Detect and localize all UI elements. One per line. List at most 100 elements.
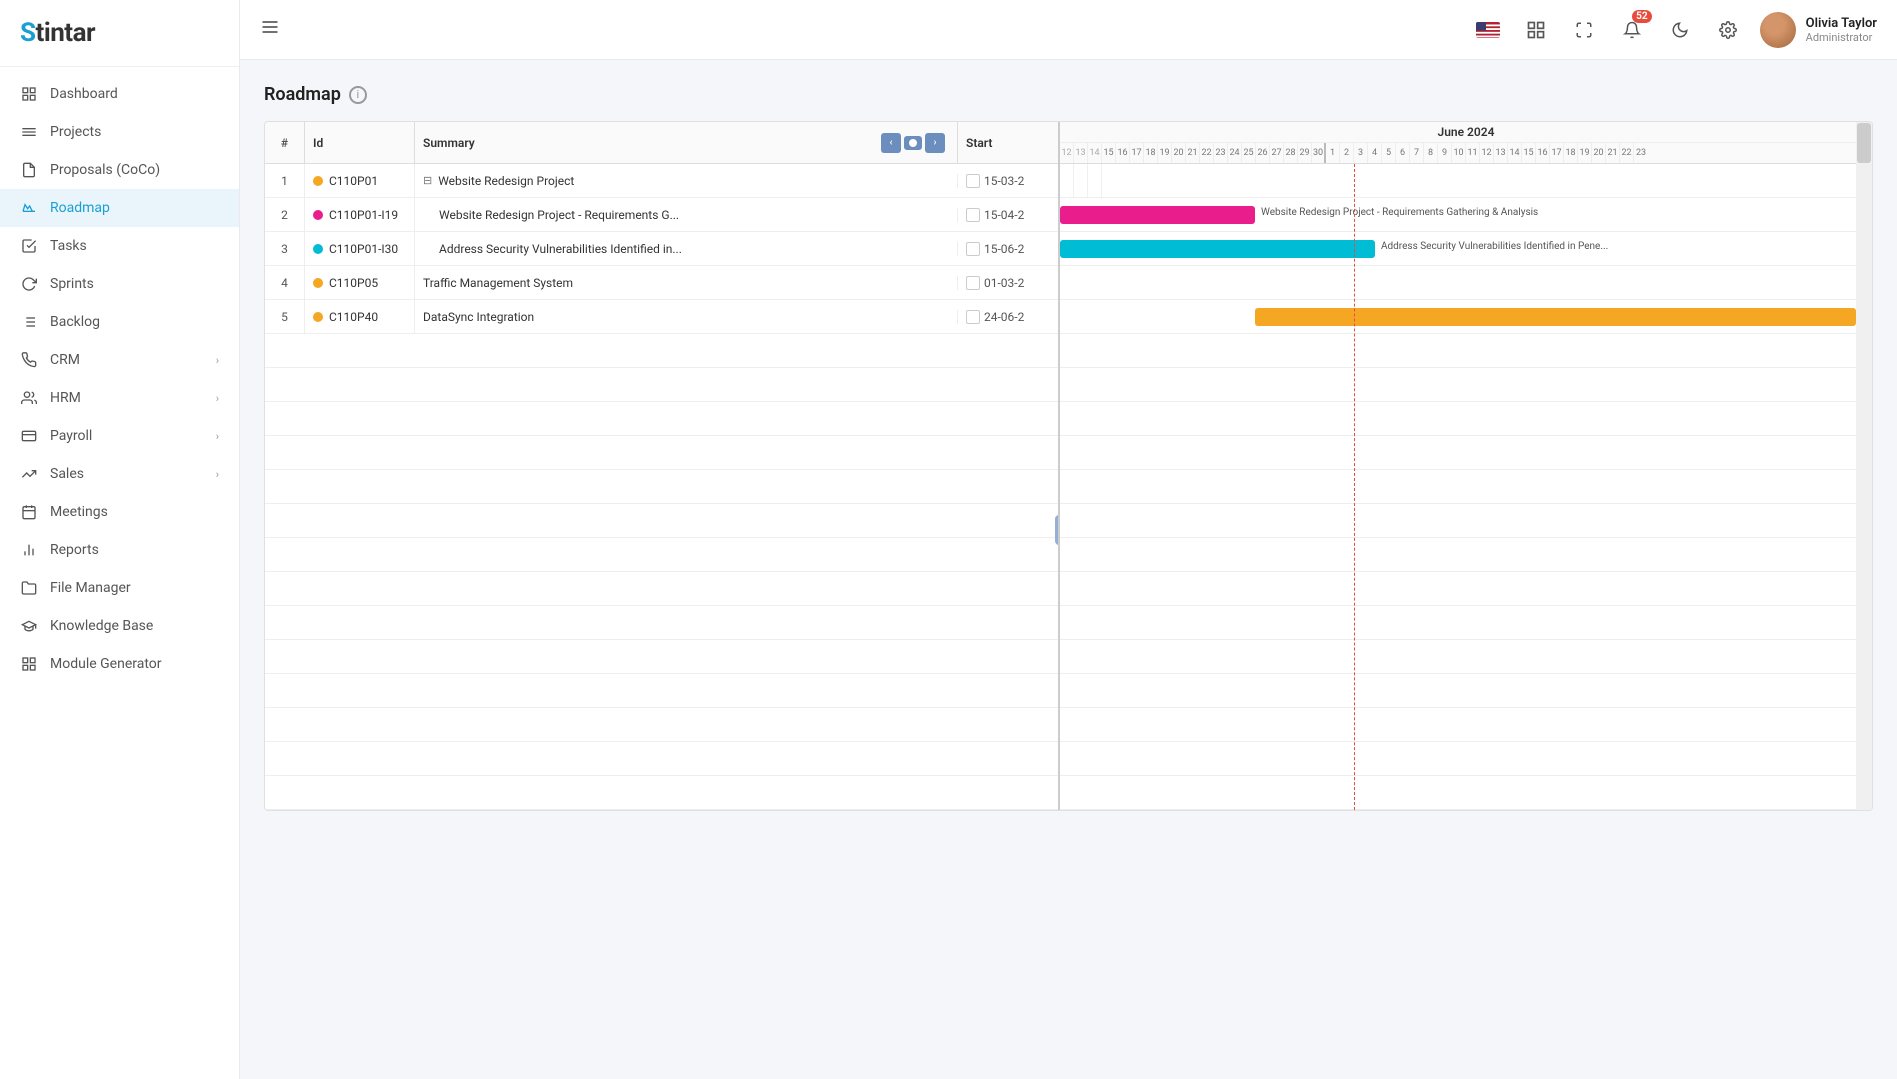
- sprints-icon: [20, 275, 38, 293]
- sidebar-item-meetings[interactable]: Meetings: [0, 493, 239, 531]
- row-summary: Website Redesign Project - Requirements …: [415, 208, 958, 222]
- user-name: Olivia Taylor: [1806, 16, 1877, 31]
- sidebar-item-label: Reports: [50, 542, 219, 558]
- gantt-chart: # Id Summary ‹ ›: [264, 121, 1873, 811]
- sidebar-item-proposals[interactable]: Proposals (CoCo): [0, 151, 239, 189]
- gantt-bar-row3[interactable]: [1060, 240, 1375, 258]
- gantt-prev-button[interactable]: ‹: [881, 133, 901, 153]
- page-header: Roadmap i: [264, 84, 1873, 105]
- sidebar-item-label: Module Generator: [50, 656, 219, 672]
- row-num: 2: [265, 198, 305, 231]
- sidebar-item-payroll[interactable]: Payroll ›: [0, 417, 239, 455]
- row-start: 15-04-2: [958, 198, 1058, 231]
- expand-icon[interactable]: ⊟: [423, 174, 432, 187]
- gantt-row-empty: [1060, 402, 1872, 436]
- gantt-next-button[interactable]: ›: [925, 133, 945, 153]
- sidebar-item-module-generator[interactable]: Module Generator: [0, 645, 239, 683]
- sidebar-item-projects[interactable]: Projects: [0, 113, 239, 151]
- scrollbar-thumb[interactable]: [1857, 123, 1871, 163]
- sidebar-item-hrm[interactable]: HRM ›: [0, 379, 239, 417]
- sidebar-item-file-manager[interactable]: File Manager: [0, 569, 239, 607]
- main-area: 52 Olivia Taylor Administrator Roadmap: [240, 0, 1897, 1079]
- dashboard-icon: [20, 85, 38, 103]
- tasks-icon: [20, 237, 38, 255]
- gantt-row-empty: [1060, 572, 1872, 606]
- gantt-chart-body: Website Redesign Project - Requirements …: [1060, 164, 1872, 810]
- gantt-row-empty: [1060, 776, 1872, 810]
- main-content: Roadmap i # Id Summary ‹: [240, 60, 1897, 1079]
- gantt-chart-panel: June 2024 12 13 14 15 16 17 18 19: [1060, 122, 1872, 810]
- settings-button[interactable]: [1712, 14, 1744, 46]
- meetings-icon: [20, 503, 38, 521]
- table-row-empty: [265, 742, 1058, 776]
- logo[interactable]: Stintar: [0, 0, 239, 67]
- row-id: C110P01-I30: [305, 232, 415, 265]
- gantt-row-empty: [1060, 742, 1872, 776]
- row-num: 5: [265, 300, 305, 333]
- table-row-empty: [265, 334, 1058, 368]
- sidebar-item-label: Sprints: [50, 276, 219, 292]
- language-selector[interactable]: [1472, 14, 1504, 46]
- user-role: Administrator: [1806, 31, 1877, 44]
- gantt-today-button[interactable]: [904, 136, 922, 150]
- sidebar-item-label: Backlog: [50, 314, 219, 330]
- row-num: 1: [265, 164, 305, 197]
- sidebar-item-sales[interactable]: Sales ›: [0, 455, 239, 493]
- notification-badge: 52: [1632, 10, 1651, 23]
- sidebar-item-dashboard[interactable]: Dashboard: [0, 75, 239, 113]
- row-id: C110P01-I19: [305, 198, 415, 231]
- gantt-bar-label-row3: Address Security Vulnerabilities Identif…: [1381, 241, 1608, 252]
- sidebar-item-roadmap[interactable]: Roadmap: [0, 189, 239, 227]
- date-checkbox: [966, 310, 980, 324]
- gantt-bar-row2[interactable]: [1060, 206, 1255, 224]
- fullscreen-button[interactable]: [1568, 14, 1600, 46]
- table-row[interactable]: 1 C110P01 ⊟ Website Redesign Project: [265, 164, 1058, 198]
- status-dot: [313, 176, 323, 186]
- status-dot: [313, 210, 323, 220]
- avatar: [1760, 12, 1796, 48]
- row-id: C110P01: [305, 164, 415, 197]
- table-row[interactable]: 4 C110P05 Traffic Management System: [265, 266, 1058, 300]
- gantt-row-empty: [1060, 470, 1872, 504]
- row-start: 01-03-2: [958, 266, 1058, 299]
- gantt-row: Website Redesign Project - Requirements …: [1060, 198, 1872, 232]
- gantt-bar-row5[interactable]: [1255, 308, 1856, 326]
- sidebar-item-knowledge-base[interactable]: Knowledge Base: [0, 607, 239, 645]
- info-icon[interactable]: i: [349, 86, 367, 104]
- table-row[interactable]: 3 C110P01-I30 Address Security Vulnerabi…: [265, 232, 1058, 266]
- sidebar-item-crm[interactable]: CRM ›: [0, 341, 239, 379]
- gantt-row: Address Security Vulnerabilities Identif…: [1060, 232, 1872, 266]
- user-profile[interactable]: Olivia Taylor Administrator: [1760, 12, 1877, 48]
- chevron-right-icon: ›: [216, 354, 219, 367]
- vertical-scrollbar[interactable]: [1856, 122, 1872, 810]
- apps-button[interactable]: [1520, 14, 1552, 46]
- sidebar-item-backlog[interactable]: Backlog: [0, 303, 239, 341]
- table-row-empty: [265, 436, 1058, 470]
- sidebar-item-label: Sales: [50, 466, 204, 482]
- gantt-row-empty: [1060, 368, 1872, 402]
- gantt-row-empty: [1060, 334, 1872, 368]
- gantt-row: [1060, 164, 1872, 198]
- dark-mode-button[interactable]: [1664, 14, 1696, 46]
- sidebar-item-tasks[interactable]: Tasks: [0, 227, 239, 265]
- table-row[interactable]: 5 C110P40 DataSync Integration: [265, 300, 1058, 334]
- notifications-button[interactable]: 52: [1616, 14, 1648, 46]
- hrm-icon: [20, 389, 38, 407]
- proposals-icon: [20, 161, 38, 179]
- reports-icon: [20, 541, 38, 559]
- menu-toggle-button[interactable]: [260, 17, 280, 42]
- header-actions: 52: [1472, 14, 1744, 46]
- sidebar-item-sprints[interactable]: Sprints: [0, 265, 239, 303]
- sidebar-item-label: Meetings: [50, 504, 219, 520]
- row-summary: Address Security Vulnerabilities Identif…: [415, 242, 958, 256]
- grid: [1060, 164, 1872, 197]
- crm-icon: [20, 351, 38, 369]
- roadmap-icon: [20, 199, 38, 217]
- gantt-row-empty: [1060, 674, 1872, 708]
- table-row-empty: [265, 504, 1058, 538]
- sidebar-item-label: HRM: [50, 390, 204, 406]
- file-manager-icon: [20, 579, 38, 597]
- sales-icon: [20, 465, 38, 483]
- sidebar-item-reports[interactable]: Reports: [0, 531, 239, 569]
- table-row[interactable]: 2 C110P01-I19 Website Redesign Project -…: [265, 198, 1058, 232]
